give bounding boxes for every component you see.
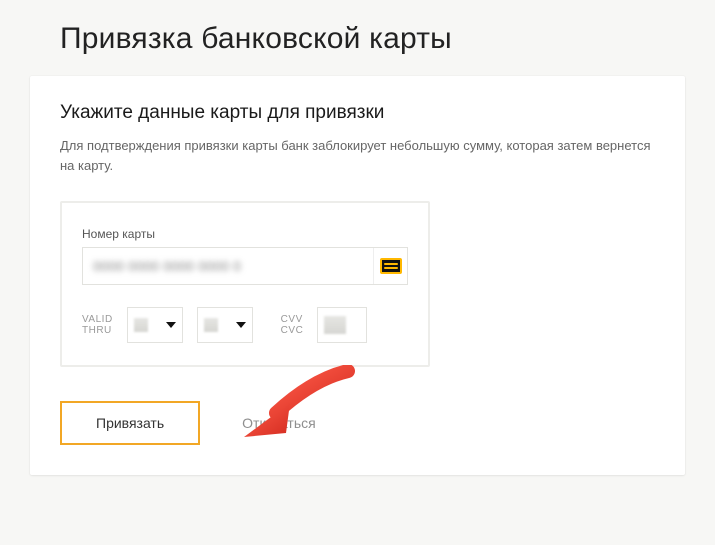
card-brand-icon bbox=[373, 248, 407, 284]
cvv-label: CVV CVC bbox=[281, 314, 304, 336]
bind-button[interactable]: Привязать bbox=[60, 401, 200, 445]
decline-button[interactable]: Отказаться bbox=[242, 415, 316, 431]
valid-thru-label-line2: THRU bbox=[82, 325, 113, 336]
section-description: Для подтверждения привязки карты банк за… bbox=[60, 136, 655, 175]
page-title: Привязка банковской карты bbox=[30, 0, 685, 76]
cvv-input[interactable] bbox=[317, 307, 367, 343]
expiry-year-value bbox=[204, 318, 218, 332]
card-number-input[interactable] bbox=[83, 248, 373, 284]
chevron-down-icon bbox=[166, 322, 176, 328]
card-details-block: Номер карты VALID THRU bbox=[60, 201, 430, 367]
card-chip-icon bbox=[380, 258, 402, 274]
section-title: Укажите данные карты для привязки bbox=[60, 102, 655, 124]
cvv-label-line2: CVC bbox=[281, 325, 304, 336]
valid-thru-label-line1: VALID bbox=[82, 314, 113, 325]
card-number-field-wrap bbox=[82, 247, 408, 285]
expiry-year-select[interactable] bbox=[197, 307, 253, 343]
valid-thru-label: VALID THRU bbox=[82, 314, 113, 336]
card-number-label: Номер карты bbox=[82, 227, 408, 241]
expiry-month-value bbox=[134, 318, 148, 332]
card-form-panel: Укажите данные карты для привязки Для по… bbox=[30, 76, 685, 475]
expiry-month-select[interactable] bbox=[127, 307, 183, 343]
cvv-label-line1: CVV bbox=[281, 314, 304, 325]
chevron-down-icon bbox=[236, 322, 246, 328]
cvv-masked-value bbox=[324, 316, 346, 334]
